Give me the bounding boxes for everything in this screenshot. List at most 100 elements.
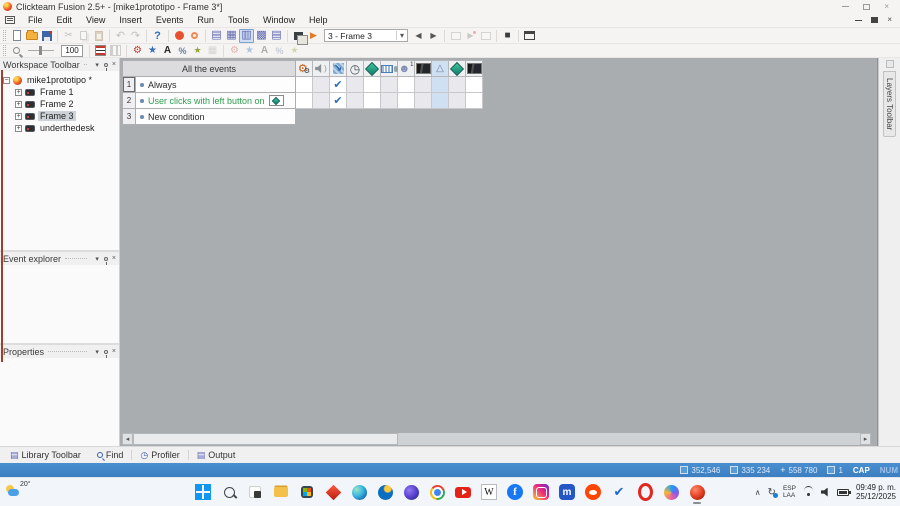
child-close-icon[interactable]: × [887,16,892,24]
event-cell[interactable] [347,93,364,109]
active-object-icon[interactable] [268,95,284,106]
expand-icon[interactable]: + [15,112,22,120]
event-column-backdrop-a-icon[interactable] [415,60,432,77]
event-column-create-new-objects-icon[interactable] [364,60,381,77]
update-icon[interactable]: ↻ [768,487,779,498]
frame-selector-dropdown-icon[interactable]: ▾ [395,31,404,40]
tree-item-label[interactable]: Frame 2 [38,99,76,109]
facebook-icon[interactable]: f [507,484,523,500]
bing-icon[interactable] [377,484,393,500]
event-number[interactable]: 2 [122,93,136,109]
tree-root[interactable]: − mike1prototipo * [3,74,119,86]
all-events-header[interactable]: All the events [122,60,296,77]
zoom-icon[interactable] [9,44,24,58]
tree-item-label[interactable]: Frame 1 [38,87,76,97]
event-cell[interactable] [381,77,398,93]
event-column-sound-icon[interactable] [313,60,330,77]
event-condition[interactable]: Always [136,77,296,93]
previous-frame-button[interactable]: ◀ [411,29,426,43]
tab-find[interactable]: Find [89,447,132,463]
event-column-backdrop-b-icon[interactable] [466,60,483,77]
reddit-icon[interactable] [585,484,601,500]
clock-widget[interactable]: 09:49 p. m. 25/12/2025 [856,483,896,501]
event-column-special-conditions-icon[interactable] [296,60,313,77]
event-explorer-close-icon[interactable]: × [112,255,116,262]
minimize-icon[interactable] [842,6,850,7]
event-cell[interactable] [313,93,330,109]
event-list-editor-button[interactable]: ▩ [254,29,269,43]
battery-icon[interactable] [836,488,851,496]
data-elements-button[interactable]: ▤ [269,29,284,43]
forward-button[interactable] [187,29,202,43]
scroll-left-icon[interactable]: ◂ [122,433,133,445]
event-cell[interactable] [466,77,483,93]
dock-button[interactable] [885,60,894,68]
layers-toolbar-tab[interactable]: Layers Toolbar [883,71,896,138]
storyboard-editor-button[interactable]: ▤ [209,29,224,43]
transitions-button[interactable] [291,29,308,45]
event-cell[interactable] [347,77,364,93]
close-icon[interactable]: × [884,2,889,11]
menu-insert[interactable]: Insert [112,14,149,26]
back-button[interactable] [172,29,187,43]
wifi-icon[interactable] [803,486,814,496]
event-cell[interactable] [449,93,466,109]
menu-run[interactable]: Run [190,14,221,26]
event-cell[interactable] [381,93,398,109]
scroll-right-icon[interactable]: ▸ [860,433,871,445]
event-column-quick-backdrop-icon[interactable] [432,60,449,77]
edge-icon[interactable] [351,484,367,500]
frame-selector[interactable]: 3 - Frame 3 ▾ [324,29,408,42]
mdi-child-icon[interactable] [5,16,15,24]
tab-profiler[interactable]: ◷ Profiler [132,447,187,463]
language-indicator[interactable]: ESP LAA [783,485,796,499]
new-condition-cell[interactable]: New condition [136,109,296,125]
event-cell[interactable] [296,77,313,93]
next-frame-button[interactable]: ▶ [426,29,441,43]
tree-item-underthedesk[interactable]: + underthedesk [15,122,119,134]
restore-icon[interactable] [863,3,871,10]
show-special-button[interactable]: ⚙ [130,44,145,58]
fusion-diamond-icon[interactable] [325,484,341,500]
firefox-icon[interactable] [403,484,419,500]
event-cell[interactable] [398,77,415,93]
event-column-storyboard-controls-icon[interactable] [330,60,347,77]
event-column-mouse-keyboard-icon[interactable] [381,60,398,77]
event-condition[interactable]: User clicks with left button on [136,93,296,109]
copilot-icon[interactable] [663,484,679,500]
child-restore-icon[interactable] [871,17,879,23]
event-cell[interactable] [398,93,415,109]
properties-dropdown-icon[interactable]: ▾ [95,348,99,356]
show-objects-button[interactable]: ★ [145,44,160,58]
menu-tools[interactable]: Tools [221,14,256,26]
chrome-icon[interactable] [429,484,445,500]
insert-object-button[interactable]: ★ [190,44,205,58]
task-view-icon[interactable] [247,484,263,500]
event-cell[interactable] [313,77,330,93]
scrollbar-thumb[interactable] [133,433,398,445]
tree-item-frame-2[interactable]: + Frame 2 [15,98,119,110]
store-icon[interactable] [299,484,315,500]
tree-item-label[interactable]: underthedesk [38,123,97,133]
event-list-toggle-button[interactable] [93,44,108,58]
menu-file[interactable]: File [21,14,50,26]
expand-icon[interactable]: + [15,100,22,108]
check-icon[interactable]: ✔ [611,484,627,500]
tab-library-toolbar[interactable]: ▤ Library Toolbar [2,447,89,463]
show-values-button[interactable]: % [175,44,190,58]
event-cell[interactable] [449,77,466,93]
save-button[interactable] [39,29,54,43]
event-explorer-dropdown-icon[interactable]: ▾ [95,255,99,263]
event-cell[interactable]: ✔ [330,77,347,93]
menu-window[interactable]: Window [256,14,302,26]
expand-icon[interactable]: + [15,124,22,132]
fusion-active-icon[interactable] [689,484,705,504]
collapse-icon[interactable]: − [3,76,10,84]
run-application-button[interactable]: ▶ [306,29,321,43]
event-column-active-object-icon[interactable] [449,60,466,77]
menu-edit[interactable]: Edit [50,14,80,26]
tree-item-frame-1[interactable]: + Frame 1 [15,86,119,98]
help-button[interactable]: ? [150,29,165,43]
child-minimize-icon[interactable] [855,19,863,21]
start-icon[interactable] [195,484,211,500]
